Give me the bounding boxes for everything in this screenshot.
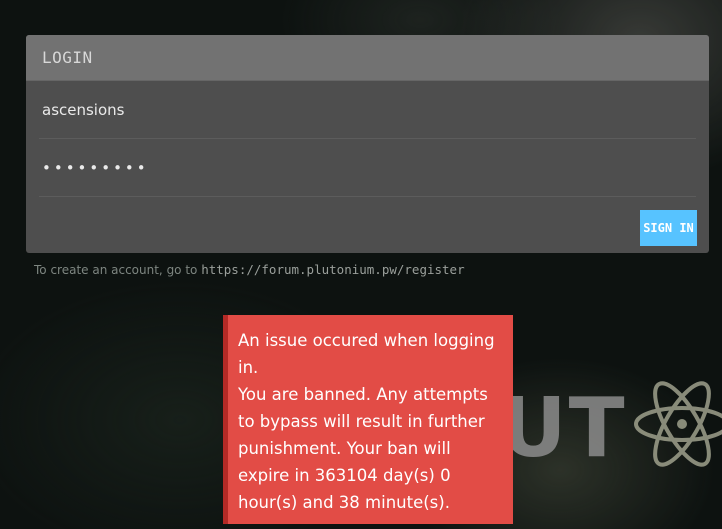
sign-in-button[interactable]: SIGN IN bbox=[640, 210, 697, 246]
login-header: LOGIN bbox=[26, 35, 709, 81]
error-message-detail: You are banned. Any attempts to bypass w… bbox=[238, 385, 488, 512]
register-note: To create an account, go to https://foru… bbox=[34, 262, 465, 277]
username-field-row bbox=[39, 81, 696, 139]
username-input[interactable] bbox=[39, 100, 696, 119]
error-message-title: An issue occured when logging in. bbox=[238, 331, 495, 377]
password-input[interactable]: ••••••••• bbox=[39, 159, 149, 177]
background-logo-text: UT bbox=[500, 381, 627, 476]
password-field-row: ••••••••• bbox=[39, 139, 696, 197]
register-link[interactable]: https://forum.plutonium.pw/register bbox=[201, 262, 464, 277]
register-note-text: To create an account, go to bbox=[34, 263, 202, 277]
atom-logo-icon bbox=[634, 381, 722, 467]
login-panel: LOGIN ••••••••• SIGN IN bbox=[26, 35, 709, 253]
error-message-box: An issue occured when logging in. You ar… bbox=[223, 315, 513, 524]
